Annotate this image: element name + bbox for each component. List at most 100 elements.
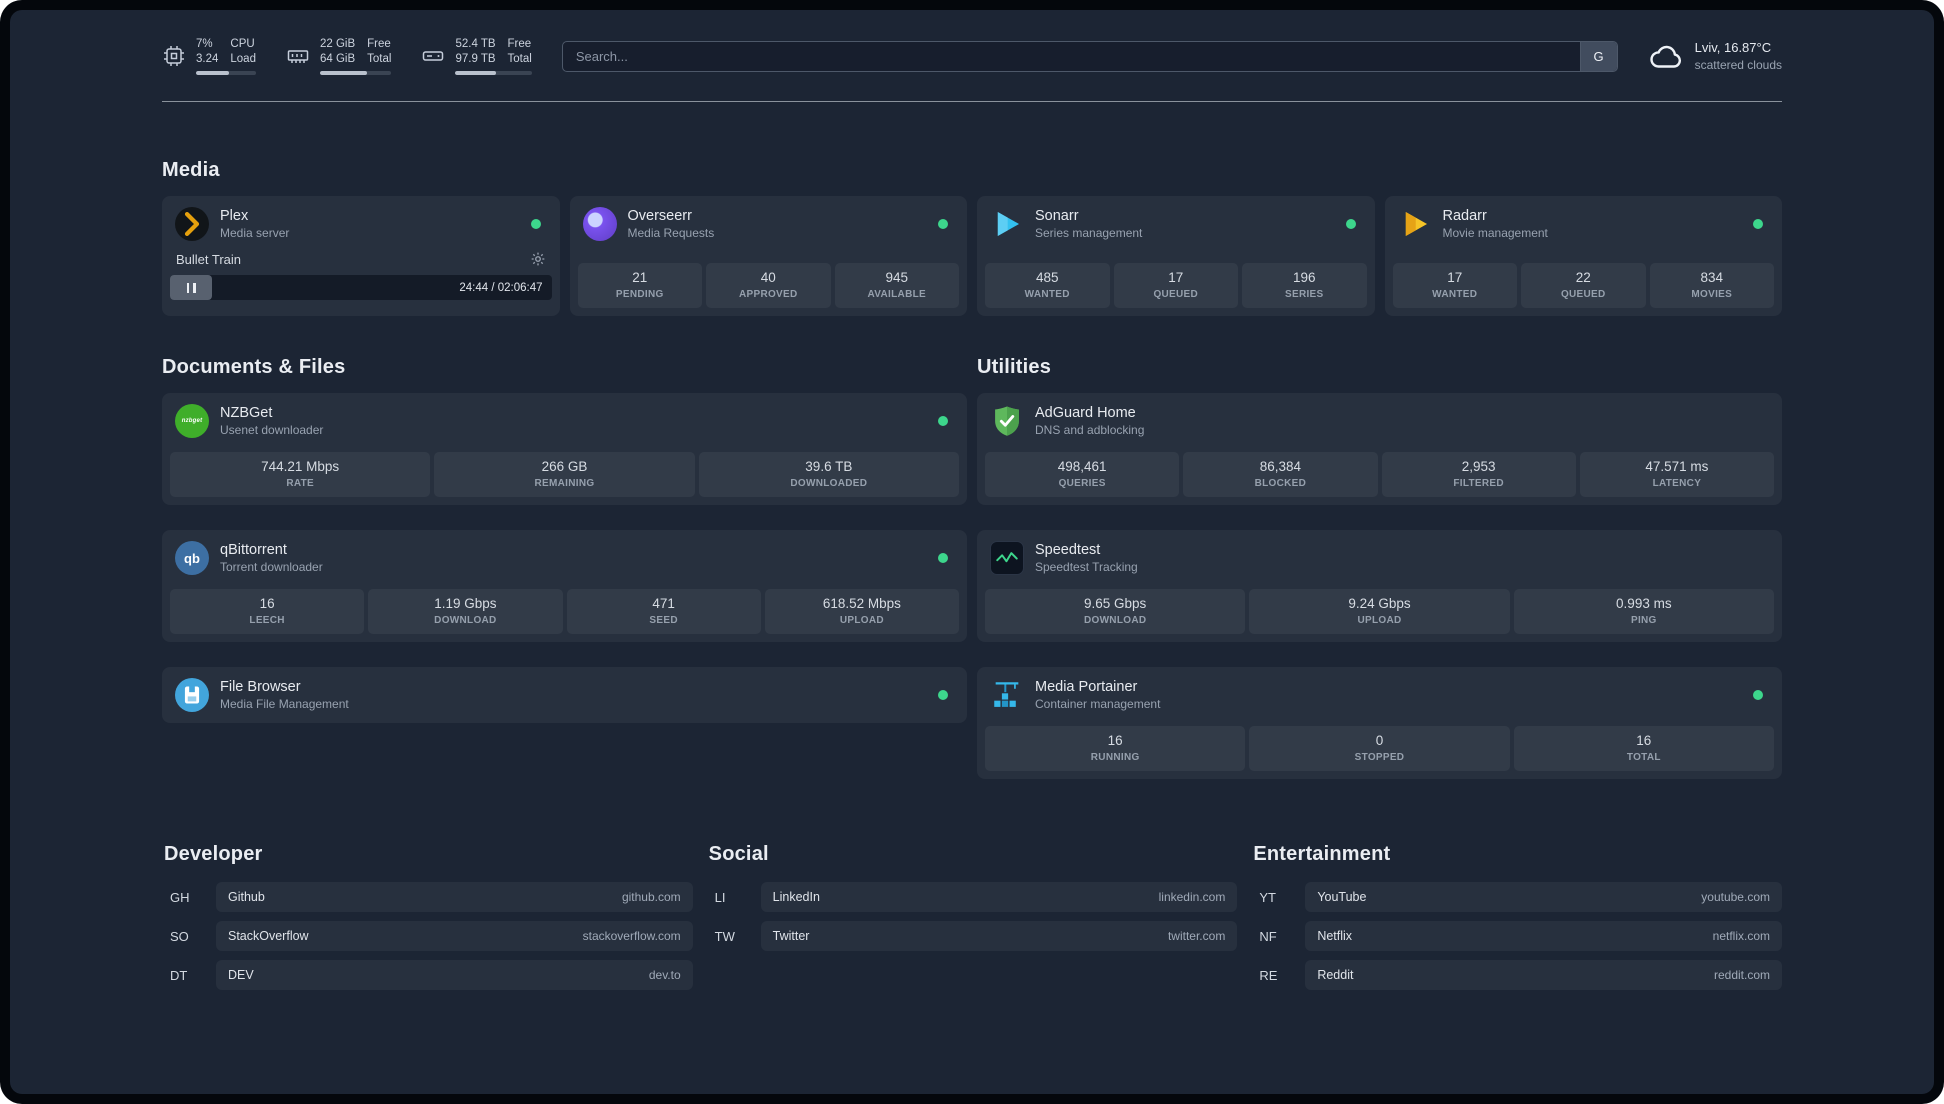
cpu-load: 3.24 bbox=[196, 53, 219, 65]
status-dot bbox=[530, 219, 541, 230]
stat-tile: 1.19 Gbps DOWNLOAD bbox=[368, 589, 563, 634]
status-dot bbox=[1345, 219, 1356, 230]
search-bar: G bbox=[561, 40, 1618, 72]
stat-tile: 21 PENDING bbox=[577, 263, 702, 308]
bookmark-abbr: LI bbox=[714, 889, 726, 905]
bookmark-row: YT YouTube youtube.com bbox=[1251, 882, 1782, 912]
service-stats: 17 WANTED 22 QUEUED 834 MOVIES bbox=[1392, 263, 1774, 308]
stat-tile: 196 SERIES bbox=[1242, 263, 1367, 308]
bookmark-link-stackoverflow[interactable]: StackOverflow stackoverflow.com bbox=[216, 921, 693, 951]
service-name: NZBGet bbox=[220, 405, 273, 421]
dashboard: 7% 3.24 CPU Load 22 GiB 64 GiB Free Tota… bbox=[10, 10, 1934, 1094]
service-stats: 16 LEECH 1.19 Gbps DOWNLOAD 471 SEED 618.52… bbox=[170, 589, 959, 634]
stat-tile: 945 AVAILABLE bbox=[834, 263, 959, 308]
disk-values: 52.4 TB 97.9 TB bbox=[455, 37, 495, 67]
service-card-nzbget[interactable]: nzbget NZBGet Usenet downloader 744.21 M… bbox=[162, 393, 967, 505]
service-stats: 9.65 Gbps DOWNLOAD 9.24 Gbps UPLOAD 0.993 … bbox=[985, 589, 1774, 634]
service-card-qbittorrent[interactable]: qb qBittorrent Torrent downloader 16 LEEC… bbox=[162, 530, 967, 642]
window-frame: 7% 3.24 CPU Load 22 GiB 64 GiB Free Tota… bbox=[0, 0, 1944, 1104]
bookmark-link-reddit[interactable]: Reddit reddit.com bbox=[1305, 960, 1782, 990]
service-description: Media File Management bbox=[220, 696, 349, 711]
service-card-adguard[interactable]: AdGuard Home DNS and adblocking 498,461 Q… bbox=[977, 393, 1782, 505]
section-title-documents: Documents & Files bbox=[162, 356, 346, 378]
section-title-entertainment: Entertainment bbox=[1253, 843, 1391, 865]
service-description: Media Requests bbox=[627, 225, 715, 240]
bookmark-link-linkedin[interactable]: LinkedIn linkedin.com bbox=[760, 882, 1238, 912]
service-name: qBittorrent bbox=[220, 542, 287, 558]
service-header: Sonarr Series management bbox=[985, 204, 1367, 249]
section-title-social: Social bbox=[708, 843, 769, 865]
pause-button[interactable] bbox=[170, 275, 212, 301]
bookmark-abbr: YT bbox=[1259, 889, 1276, 905]
bookmark-abbr: NF bbox=[1259, 928, 1277, 944]
stat-tile: 16 TOTAL bbox=[1513, 726, 1774, 771]
bookmark-row: GH Github github.com bbox=[162, 882, 693, 912]
service-card-sonarr[interactable]: Sonarr Series management 485 WANTED 17 QUE… bbox=[977, 196, 1375, 316]
service-description: Movie management bbox=[1442, 225, 1548, 240]
service-name: Radarr bbox=[1442, 208, 1487, 224]
bookmark-link-dev[interactable]: DEV dev.to bbox=[216, 960, 693, 990]
disk-widget: 52.4 TB 97.9 TB Free Total bbox=[421, 37, 532, 75]
settings-gear-icon[interactable] bbox=[530, 251, 546, 267]
bookmark-domain: youtube.com bbox=[1701, 890, 1770, 904]
cpu-progress-bar bbox=[196, 70, 256, 75]
service-stats: 744.21 Mbps RATE 266 GB REMAINING 39.6 TB D… bbox=[170, 452, 959, 497]
bookmark-link-twitter[interactable]: Twitter twitter.com bbox=[760, 921, 1238, 951]
service-header: nzbget NZBGet Usenet downloader bbox=[170, 401, 959, 446]
service-card-speedtest[interactable]: Speedtest Speedtest Tracking 9.65 Gbps DO… bbox=[977, 530, 1782, 642]
stat-tile: 498,461 QUERIES bbox=[985, 452, 1180, 497]
search-provider-button[interactable]: G bbox=[1579, 41, 1617, 71]
service-stats: 498,461 QUERIES 86,384 BLOCKED 2,953 FILTER… bbox=[985, 452, 1774, 497]
service-description: Container management bbox=[1035, 696, 1161, 711]
bookmark-domain: netflix.com bbox=[1712, 929, 1770, 943]
stat-tile: 16 LEECH bbox=[170, 589, 365, 634]
playback-progress-bar[interactable]: 24:44 / 02:06:47 bbox=[170, 275, 552, 301]
service-card-plex[interactable]: Plex Media server Bullet Train 24:44 / 0… bbox=[162, 196, 560, 316]
bookmark-domain: dev.to bbox=[648, 968, 681, 982]
bookmark-domain: twitter.com bbox=[1167, 929, 1226, 943]
service-header: qb qBittorrent Torrent downloader bbox=[170, 538, 959, 583]
stat-tile: 2,953 FILTERED bbox=[1381, 452, 1576, 497]
service-card-overseerr[interactable]: Overseerr Media Requests 21 PENDING 40 APP… bbox=[569, 196, 967, 316]
radarr-icon bbox=[1398, 207, 1432, 241]
bookmark-row: LI LinkedIn linkedin.com bbox=[707, 882, 1238, 912]
service-description: Usenet downloader bbox=[220, 422, 324, 437]
bookmark-domain: reddit.com bbox=[1713, 968, 1770, 982]
stat-tile: 39.6 TB DOWNLOADED bbox=[698, 452, 959, 497]
bookmark-name: Netflix bbox=[1317, 929, 1353, 943]
memory-icon bbox=[286, 44, 310, 68]
cpu-labels: CPU Load bbox=[230, 37, 256, 67]
bookmark-link-youtube[interactable]: YouTube youtube.com bbox=[1305, 882, 1782, 912]
cpu-widget: 7% 3.24 CPU Load bbox=[162, 37, 256, 75]
nzbget-icon: nzbget bbox=[175, 404, 209, 439]
bookmark-row: NF Netflix netflix.com bbox=[1251, 921, 1782, 951]
header-divider bbox=[162, 101, 1782, 102]
stat-tile: 17 WANTED bbox=[1392, 263, 1517, 308]
service-name: Sonarr bbox=[1035, 208, 1079, 224]
service-card-radarr[interactable]: Radarr Movie management 17 WANTED 22 QUEUE… bbox=[1384, 196, 1782, 316]
qbittorrent-icon: qb bbox=[175, 541, 209, 576]
cpu-icon bbox=[162, 44, 186, 68]
weather-condition: scattered clouds bbox=[1694, 57, 1782, 72]
service-name: AdGuard Home bbox=[1035, 405, 1136, 421]
section-title-developer: Developer bbox=[164, 843, 263, 865]
search-input[interactable] bbox=[562, 41, 1580, 71]
stat-tile: 471 SEED bbox=[566, 589, 761, 634]
load-label: Load bbox=[230, 53, 256, 65]
stat-tile: 40 APPROVED bbox=[706, 263, 831, 308]
cloud-icon bbox=[1648, 41, 1684, 71]
memory-values: 22 GiB 64 GiB bbox=[320, 37, 355, 67]
service-card-portainer[interactable]: Media Portainer Container management 16 R… bbox=[977, 667, 1782, 779]
bookmark-link-github[interactable]: Github github.com bbox=[216, 882, 693, 912]
weather-widget: Lviv, 16.87°C scattered clouds bbox=[1648, 39, 1782, 73]
bookmark-link-netflix[interactable]: Netflix netflix.com bbox=[1305, 921, 1782, 951]
bookmark-abbr: DT bbox=[170, 967, 188, 983]
service-stats: 485 WANTED 17 QUEUED 196 SERIES bbox=[985, 263, 1367, 308]
stat-tile: 9.24 Gbps UPLOAD bbox=[1249, 589, 1510, 634]
service-card-filebrowser[interactable]: File Browser Media File Management bbox=[162, 667, 967, 724]
memory-labels: Free Total bbox=[367, 37, 391, 67]
cpu-label: CPU bbox=[230, 38, 255, 51]
bookmark-domain: linkedin.com bbox=[1158, 890, 1226, 904]
bookmark-abbr: SO bbox=[170, 928, 189, 944]
utilities-column: Utilities AdGuard Home DNS and adblockin… bbox=[977, 356, 1782, 779]
